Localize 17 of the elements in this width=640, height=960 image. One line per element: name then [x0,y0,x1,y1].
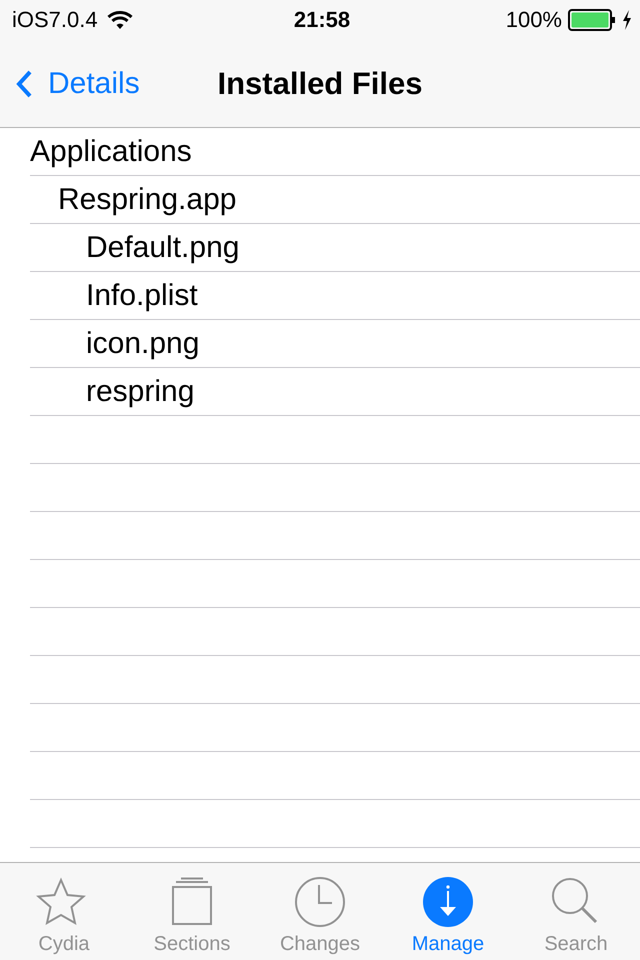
tab-item[interactable]: Manage [384,863,512,960]
clock-time: 21:58 [294,7,350,33]
page-title: Installed Files [217,66,422,102]
file-row[interactable]: respring [30,368,640,416]
file-row[interactable]: Respring.app [30,176,640,224]
file-row[interactable]: Applications [30,128,640,176]
carrier-label: iOS7.0.4 [12,7,98,33]
download-icon [420,877,476,927]
clock-icon [292,877,348,927]
back-button[interactable]: Details [0,66,140,100]
chevron-left-icon [16,70,32,98]
file-row[interactable]: Info.plist [30,272,640,320]
file-row[interactable]: icon.png [30,320,640,368]
battery-percentage: 100% [506,7,562,33]
file-row[interactable]: Default.png [30,224,640,272]
wifi-icon [106,10,134,30]
battery-icon [568,9,616,31]
